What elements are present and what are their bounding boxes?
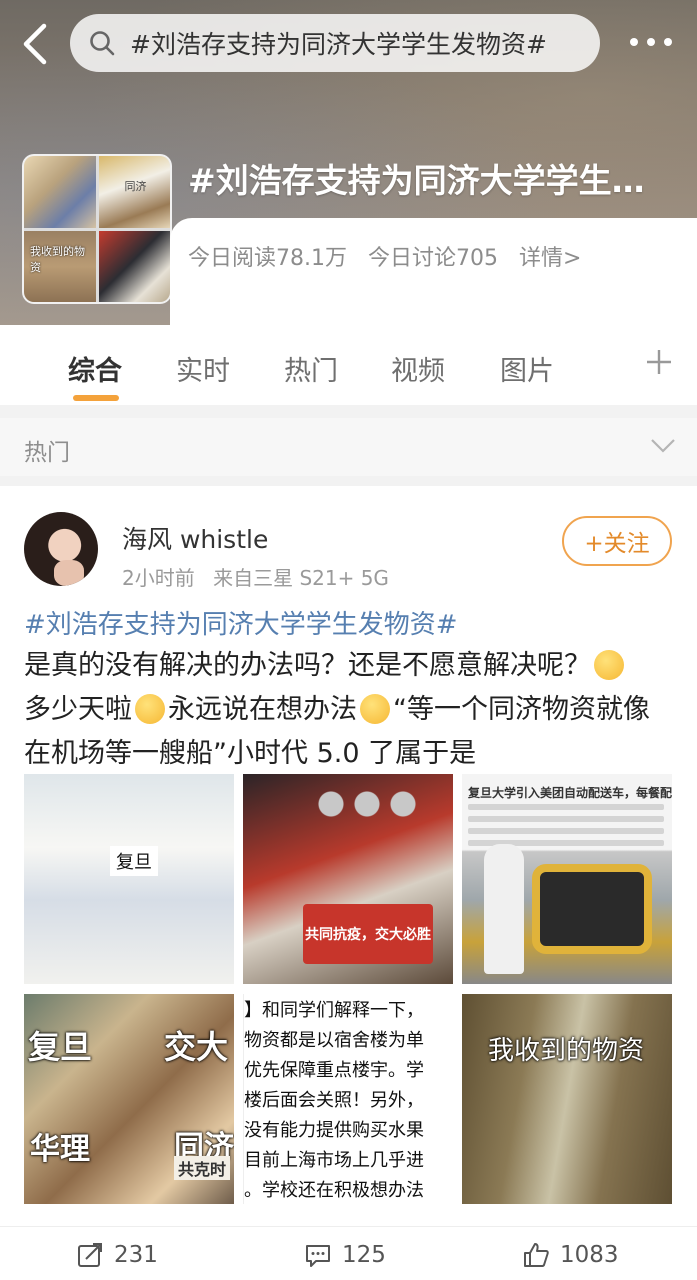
- notice-line: 】和同学们解释一下，: [244, 1000, 424, 1021]
- post-source: 来自三星 S21+ 5G: [213, 566, 389, 590]
- topic-header: #刘浩存支持为同济大学学生发物资# 同济 我收到的物资 #刘浩存支持为同济大学学…: [0, 0, 697, 325]
- delivery-robot-graphic: [532, 864, 652, 954]
- search-icon: [90, 31, 115, 56]
- post-text: 是真的没有解决的办法吗？还是不愿意解决呢？ 多少天啦 永远说在想办法 “等一个同济物…: [24, 644, 674, 776]
- topic-info: 同济 我收到的物资 #刘浩存支持为同济大学学生… 今日阅读78.1万 今日讨论7…: [0, 150, 697, 325]
- plus-icon[interactable]: [644, 347, 674, 377]
- label-gongke: 共克时: [174, 1156, 231, 1180]
- label-fudan: 复旦: [28, 1028, 93, 1066]
- topic-stats-card: 今日阅读78.1万 今日讨论705 详情>: [170, 218, 697, 325]
- crying-emoji-icon: [594, 650, 624, 680]
- tab-realtime[interactable]: 实时: [176, 349, 230, 388]
- follow-button[interactable]: +关注: [562, 516, 672, 566]
- thumbs-up-icon: [524, 1243, 549, 1267]
- post-image-university-collage[interactable]: 复旦 交大 华理 同济 共克时: [24, 994, 234, 1204]
- post-actions: 231 125 1083: [0, 1226, 697, 1280]
- section-header[interactable]: 热门: [0, 418, 697, 476]
- comment-count: 125: [342, 1242, 386, 1268]
- supply-package: 共同抗疫，交大必胜: [303, 904, 433, 964]
- crying-emoji-icon: [135, 694, 165, 724]
- image-label-fudan: 复旦: [110, 846, 158, 876]
- like-count: 1083: [560, 1242, 619, 1268]
- post-text-2: 多少天啦: [24, 694, 132, 725]
- tab-hot[interactable]: 热门: [284, 349, 338, 388]
- notice-line: 物资都是以宿舍楼为单: [244, 1030, 424, 1051]
- details-link[interactable]: 详情>: [519, 246, 581, 271]
- cans-graphic: [313, 784, 433, 824]
- chevron-down-icon[interactable]: [650, 438, 676, 454]
- post-time: 2小时前: [122, 566, 195, 590]
- tab-images[interactable]: 图片: [500, 349, 554, 388]
- post-image-notice-text[interactable]: 】和同学们解释一下， 物资都是以宿舍楼为单 优先保障重点楼宇。学 楼后面会关照！…: [243, 994, 453, 1204]
- comment-button[interactable]: 125: [304, 1241, 386, 1269]
- post-meta: 2小时前 来自三星 S21+ 5G: [122, 562, 401, 591]
- active-tab-indicator: [73, 395, 119, 401]
- topic-cover-image: 同济 我收到的物资: [22, 154, 172, 304]
- back-arrow-icon[interactable]: [16, 22, 56, 66]
- notice-lines: 】和同学们解释一下， 物资都是以宿舍楼为单 优先保障重点楼宇。学 楼后面会关照！…: [244, 994, 453, 1204]
- discussion-count: 今日讨论705: [368, 246, 498, 271]
- post-image-milk[interactable]: 复旦: [24, 774, 234, 984]
- notice-line: 没有能力提供购买水果: [244, 1120, 424, 1141]
- repost-button[interactable]: 231: [76, 1241, 158, 1269]
- more-options-icon[interactable]: [626, 30, 676, 54]
- read-count: 今日阅读78.1万: [188, 246, 347, 271]
- repost-count: 231: [114, 1242, 158, 1268]
- post-hashtag[interactable]: #刘浩存支持为同济大学学生发物资#: [24, 604, 458, 641]
- post-text-1: 是真的没有解决的办法吗？还是不愿意解决呢？: [24, 650, 591, 681]
- notice-line: 目前上海市场上几乎进: [244, 1150, 424, 1171]
- like-button[interactable]: 1083: [522, 1241, 619, 1269]
- image-label-received: 我收到的物资: [488, 1036, 645, 1066]
- topic-title: #刘浩存支持为同济大学学生…: [188, 161, 645, 200]
- post-image-received-supplies[interactable]: 我收到的物资: [462, 994, 672, 1204]
- tab-video[interactable]: 视频: [391, 349, 445, 388]
- tab-comprehensive[interactable]: 综合: [68, 349, 122, 388]
- user-name[interactable]: 海风 whistle: [122, 520, 268, 556]
- person-graphic: [484, 844, 524, 974]
- cover-label: 我收到的物资: [30, 244, 85, 274]
- notice-line: 。学校还在积极想办法: [244, 1180, 424, 1201]
- search-query: #刘浩存支持为同济大学学生发物资#: [130, 30, 547, 59]
- article-headline: 复旦大学引入美团自动配送车，每餐配送量近2000单: [468, 786, 672, 800]
- notice-line: 优先保障重点楼宇。学: [244, 1060, 424, 1081]
- section-label: 热门: [24, 440, 70, 466]
- post-card: 海风 whistle 2小时前 来自三星 S21+ 5G +关注 #刘浩存支持为…: [0, 486, 697, 1280]
- comment-icon: [306, 1245, 330, 1267]
- search-bar[interactable]: #刘浩存支持为同济大学学生发物资#: [70, 14, 600, 72]
- post-text-3: 永远说在想办法: [168, 694, 357, 725]
- topic-stats: 今日阅读78.1万 今日讨论705 详情>: [188, 240, 595, 272]
- post-image-robot-delivery[interactable]: 复旦大学引入美团自动配送车，每餐配送量近2000单: [462, 774, 672, 984]
- top-bar: #刘浩存支持为同济大学学生发物资#: [0, 0, 697, 90]
- post-image-supplies[interactable]: 共同抗疫，交大必胜: [243, 774, 453, 984]
- tab-bar: 综合 实时 热门 视频 图片: [0, 325, 697, 405]
- smile-emoji-icon: [360, 694, 390, 724]
- repost-icon: [78, 1243, 102, 1267]
- label-huali: 华理: [30, 1132, 90, 1167]
- notice-line: 楼后面会关照！另外，: [244, 1090, 424, 1111]
- label-jiaoda: 交大: [164, 1028, 229, 1066]
- cover-label-2: 同济: [124, 180, 147, 193]
- avatar[interactable]: [24, 512, 98, 586]
